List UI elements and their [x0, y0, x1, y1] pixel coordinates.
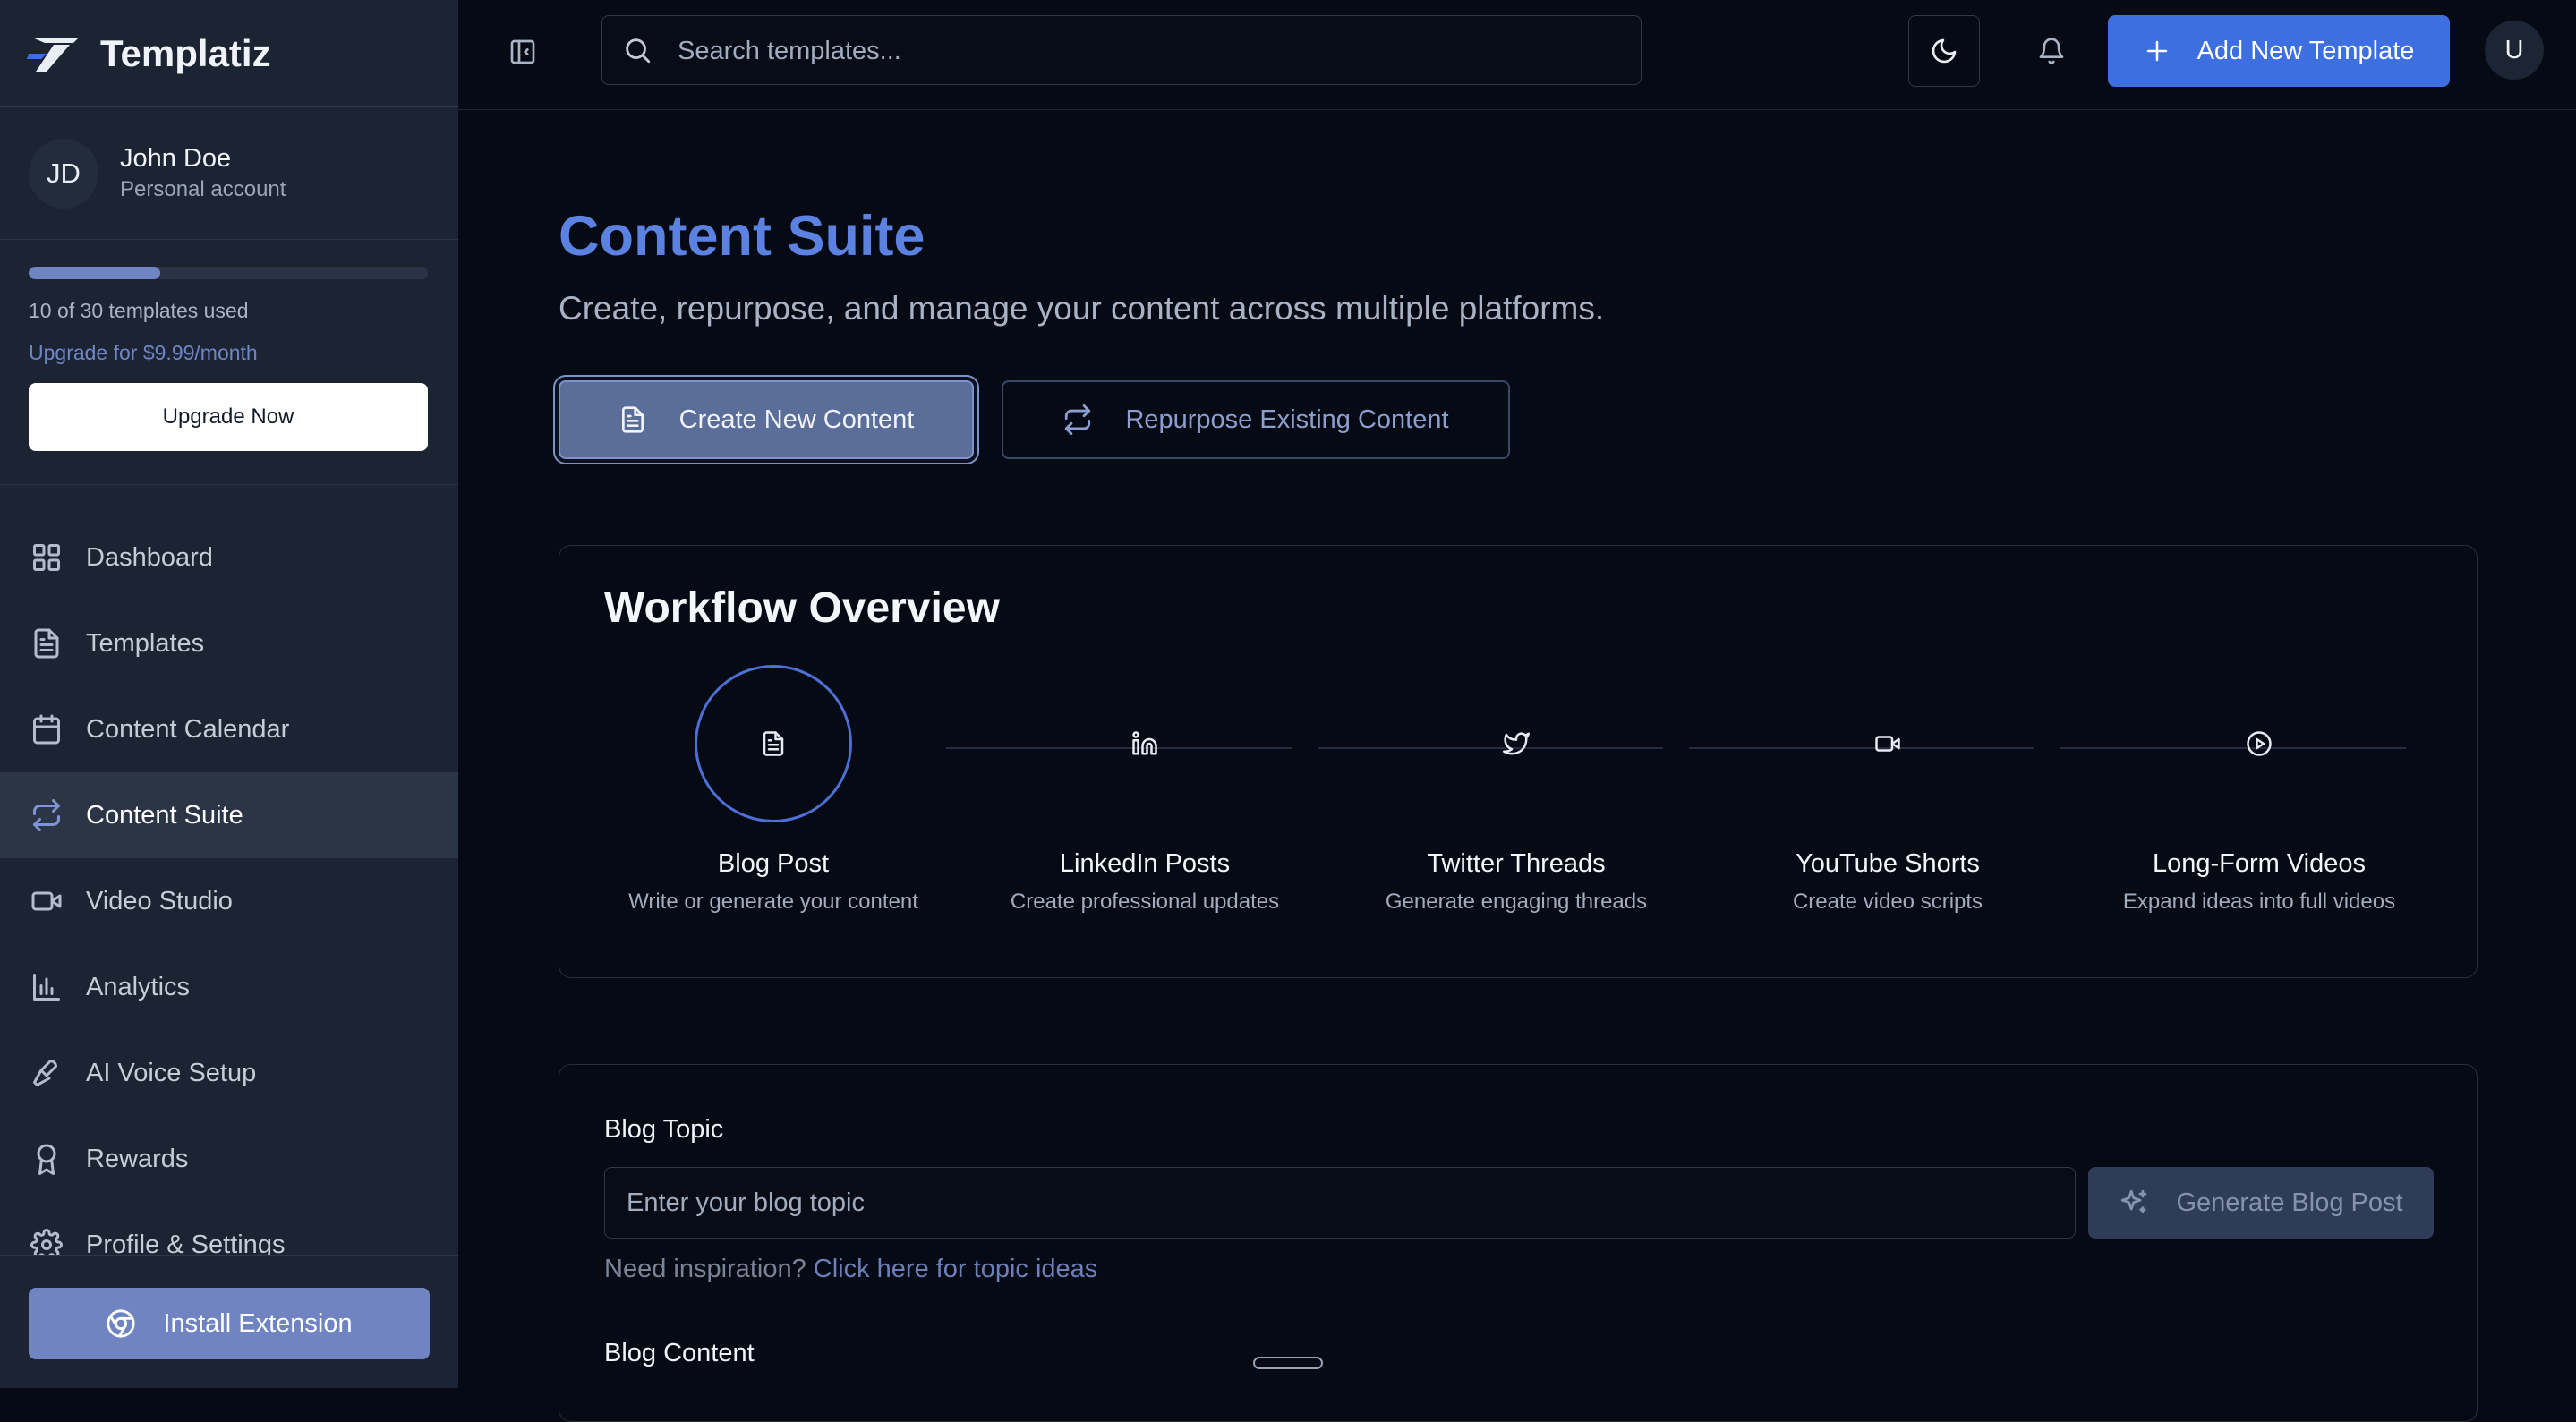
file-text-icon — [695, 665, 852, 822]
chrome-icon — [106, 1308, 136, 1339]
plus-icon — [2144, 38, 2171, 64]
install-extension-label: Install Extension — [163, 1308, 353, 1338]
workflow-step-name: LinkedIn Posts — [1059, 849, 1231, 878]
workflow-step-linkedin-posts[interactable]: LinkedIn Posts Create professional updat… — [966, 665, 1324, 915]
workflow-step-desc: Create professional updates — [1010, 890, 1280, 914]
twitter-icon — [1437, 665, 1595, 822]
sidebar-item-rewards[interactable]: Rewards — [0, 1116, 458, 1202]
sidebar-item-label: Rewards — [86, 1144, 189, 1173]
scroll-handle[interactable] — [1253, 1357, 1323, 1369]
sidebar-item-ai-voice-setup[interactable]: AI Voice Setup — [0, 1030, 458, 1116]
notifications-button[interactable] — [2016, 15, 2087, 87]
play-circle-icon — [2180, 665, 2338, 822]
repurpose-existing-content-button[interactable]: Repurpose Existing Content — [1002, 380, 1510, 459]
search-icon — [622, 35, 653, 65]
account-type: Personal account — [120, 176, 286, 201]
app-name: Templatiz — [100, 31, 271, 74]
sidebar-item-label: Video Studio — [86, 886, 233, 915]
workflow-step-name: Long-Form Videos — [2152, 849, 2367, 878]
workflow-step-desc: Expand ideas into full videos — [2122, 890, 2396, 914]
account-switcher[interactable]: JD John Doe Personal account — [0, 107, 458, 240]
inspiration-text: Need inspiration? Click here for topic i… — [604, 1255, 1097, 1284]
award-icon — [30, 1143, 63, 1175]
bar-chart-icon — [30, 971, 63, 1003]
sidebar-item-label: Analytics — [86, 972, 191, 1001]
workflow-step-name: YouTube Shorts — [1796, 849, 1980, 878]
topic-ideas-link[interactable]: Click here for topic ideas — [814, 1255, 1098, 1283]
create-new-content-label: Create New Content — [678, 404, 915, 434]
theme-toggle-button[interactable] — [1908, 15, 1980, 87]
usage-text: 10 of 30 templates used — [29, 299, 249, 322]
blog-form-card: Blog Topic Generate Blog Post Need inspi… — [559, 1064, 2478, 1422]
add-new-template-button[interactable]: Add New Template — [2108, 15, 2450, 87]
user-avatar[interactable]: U — [2485, 21, 2544, 80]
workflow-step-long-form-videos[interactable]: Long-Form Videos Expand ideas into full … — [2080, 665, 2438, 915]
upgrade-price-text: Upgrade for $9.99/month — [29, 341, 258, 364]
create-new-content-button[interactable]: Create New Content — [559, 380, 974, 459]
file-text-icon — [30, 627, 63, 660]
brand[interactable]: Templatiz — [0, 0, 458, 107]
repurpose-existing-content-label: Repurpose Existing Content — [1125, 404, 1449, 434]
sparkles-icon — [2119, 1188, 2149, 1218]
workflow-step-name: Blog Post — [717, 849, 830, 878]
sidebar-item-analytics[interactable]: Analytics — [0, 944, 458, 1030]
linkedin-icon — [1066, 665, 1224, 822]
sidebar-toggle-icon[interactable] — [508, 38, 537, 66]
sidebar-item-label: Content Suite — [86, 800, 243, 830]
account-name: John Doe — [120, 143, 232, 173]
upgrade-now-button[interactable]: Upgrade Now — [29, 383, 428, 451]
install-extension-panel: Install Extension — [0, 1255, 458, 1388]
usage-progress-fill — [29, 267, 161, 279]
sidebar-item-content-calendar[interactable]: Content Calendar — [0, 686, 458, 772]
workflow-step-name: Twitter Threads — [1427, 849, 1606, 878]
blog-topic-input[interactable] — [604, 1167, 2076, 1239]
generate-blog-post-button[interactable]: Generate Blog Post — [2088, 1167, 2434, 1239]
workflow-step-youtube-shorts[interactable]: YouTube Shorts Create video scripts — [1709, 665, 2067, 915]
search-input[interactable] — [676, 16, 1628, 86]
moon-icon — [1930, 37, 1958, 65]
page-subtitle: Create, repurpose, and manage your conte… — [559, 290, 1605, 327]
sidebar-item-label: Content Calendar — [86, 714, 290, 744]
workflow-step-desc: Create video scripts — [1792, 890, 1983, 914]
sidebar-item-label: AI Voice Setup — [86, 1058, 257, 1087]
sidebar-item-dashboard[interactable]: Dashboard — [0, 515, 458, 600]
sidebar-item-video-studio[interactable]: Video Studio — [0, 858, 458, 944]
sidebar-item-content-suite[interactable]: Content Suite — [0, 772, 458, 858]
sidebar-item-templates[interactable]: Templates — [0, 600, 458, 686]
bell-icon — [2037, 37, 2066, 65]
repeat-icon — [1062, 404, 1093, 435]
topbar: Add New Template U — [458, 0, 2576, 110]
sidebar-item-label: Templates — [86, 628, 205, 658]
mic-icon — [30, 1057, 63, 1089]
avatar: JD — [29, 138, 98, 209]
workflow-title: Workflow Overview — [604, 584, 1000, 632]
calendar-icon — [30, 713, 63, 745]
inspiration-prefix: Need inspiration? — [604, 1255, 806, 1283]
blog-topic-label: Blog Topic — [604, 1115, 724, 1144]
workflow-step-desc: Write or generate your content — [628, 890, 918, 914]
sidebar: Templatiz JD John Doe Personal account 1… — [0, 0, 458, 1388]
blog-content-label: Blog Content — [604, 1339, 755, 1367]
file-text-icon — [618, 405, 647, 434]
page-title: Content Suite — [559, 205, 925, 268]
video-icon — [30, 885, 63, 917]
video-icon — [1809, 665, 1966, 822]
usage-progress-bar — [29, 267, 428, 279]
usage-panel: 10 of 30 templates used Upgrade for $9.9… — [0, 240, 458, 485]
generate-blog-post-label: Generate Blog Post — [2176, 1188, 2403, 1217]
install-extension-button[interactable]: Install Extension — [29, 1288, 430, 1359]
sidebar-nav: Dashboard Templates Content Calendar Con… — [0, 515, 458, 1288]
workflow-overview-card: Workflow Overview Blog Post Write or gen… — [559, 545, 2478, 978]
logo-icon — [27, 30, 84, 77]
workflow-step-twitter-threads[interactable]: Twitter Threads Generate engaging thread… — [1337, 665, 1695, 915]
search-box — [601, 15, 1642, 86]
workflow-step-blog-post[interactable]: Blog Post Write or generate your content — [594, 665, 952, 915]
grid-icon — [30, 541, 63, 574]
repeat-icon — [30, 799, 63, 831]
sidebar-item-label: Dashboard — [86, 542, 213, 572]
workflow-step-desc: Generate engaging threads — [1385, 890, 1648, 914]
add-new-template-label: Add New Template — [2196, 36, 2415, 65]
